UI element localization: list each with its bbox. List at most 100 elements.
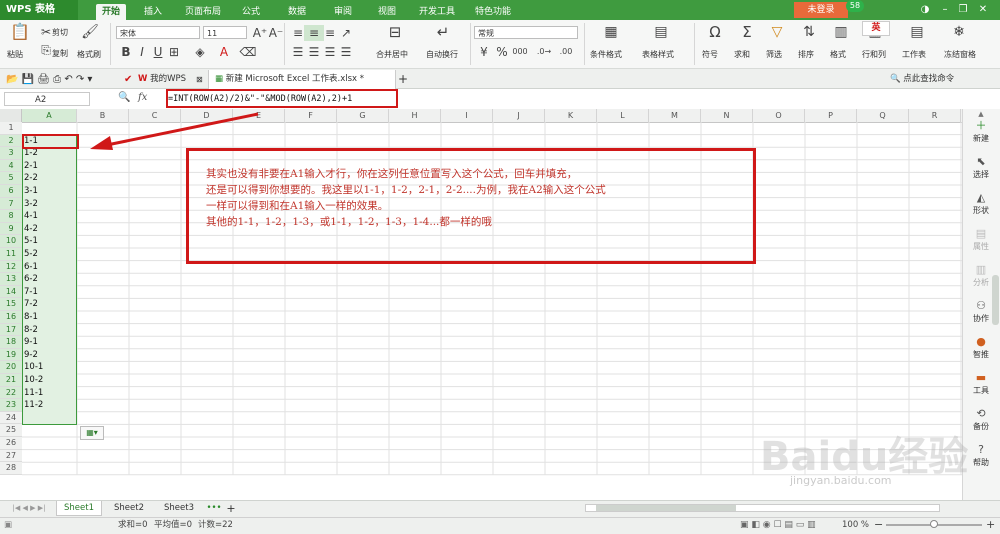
- font-size-select[interactable]: 11: [203, 26, 247, 39]
- cell-a11[interactable]: 5-2: [24, 248, 38, 261]
- cell-a8[interactable]: 4-1: [24, 210, 38, 223]
- tab-features[interactable]: 特色功能: [468, 4, 518, 20]
- close-tab-icon[interactable]: ⊠: [196, 70, 203, 89]
- tab-data[interactable]: 数据: [282, 4, 312, 20]
- row-header[interactable]: 3: [0, 147, 22, 160]
- row-header[interactable]: 18: [0, 336, 22, 349]
- sort-button[interactable]: 排序: [798, 49, 814, 60]
- table-style-button[interactable]: 表格样式: [642, 49, 674, 60]
- row-header[interactable]: 10: [0, 235, 22, 248]
- row-header[interactable]: 15: [0, 298, 22, 311]
- row-header[interactable]: 2: [0, 134, 22, 148]
- column-header[interactable]: I: [441, 109, 493, 122]
- add-sheet-icon[interactable]: +: [224, 501, 238, 516]
- horizontal-scrollbar-thumb[interactable]: [596, 505, 736, 511]
- number-format-select[interactable]: 常规: [474, 26, 578, 39]
- zoom-in-icon[interactable]: +: [986, 517, 995, 533]
- new-tab-icon[interactable]: +: [398, 70, 408, 89]
- sheet-nav-arrows[interactable]: |◀ ◀ ▶ ▶|: [4, 501, 54, 516]
- column-header[interactable]: O: [753, 109, 805, 122]
- command-search[interactable]: 🔍 点此查找命令: [890, 70, 954, 89]
- cell-a10[interactable]: 5-1: [24, 235, 38, 248]
- sum-button[interactable]: 求和: [734, 49, 750, 60]
- view-mode-icons[interactable]: ▣ ◧ ◉ ☐ ▤ ▭ ▥: [740, 517, 816, 533]
- tab-review[interactable]: 审阅: [328, 4, 358, 20]
- active-cell-highlight[interactable]: [22, 134, 79, 149]
- format-painter-icon[interactable]: 🖌: [80, 24, 100, 40]
- cell-a14[interactable]: 7-1: [24, 286, 38, 299]
- column-header[interactable]: N: [701, 109, 753, 122]
- row-header[interactable]: 26: [0, 437, 22, 450]
- row-header[interactable]: 22: [0, 386, 22, 400]
- increase-decimal-icon[interactable]: .0→: [534, 44, 554, 60]
- worksheet-button[interactable]: 工作表: [902, 49, 926, 60]
- sum-icon[interactable]: Σ: [736, 24, 758, 44]
- cell-a13[interactable]: 6-2: [24, 273, 38, 286]
- cell-a9[interactable]: 4-2: [24, 223, 38, 236]
- function-button[interactable]: fx: [138, 92, 147, 103]
- cell-a19[interactable]: 9-2: [24, 349, 38, 362]
- sheet-tab-3[interactable]: Sheet3: [156, 501, 202, 516]
- copy-button[interactable]: 复制: [52, 48, 68, 59]
- row-header[interactable]: 7: [0, 197, 22, 211]
- cell-a5[interactable]: 2-2: [24, 172, 38, 185]
- cell-a16[interactable]: 8-1: [24, 311, 38, 324]
- tab-my-wps[interactable]: W 我的WPS: [138, 70, 186, 89]
- zoom-slider-thumb[interactable]: [930, 520, 938, 528]
- format-icon[interactable]: ▥: [830, 24, 852, 44]
- zoom-icon[interactable]: 🔍: [118, 92, 130, 103]
- row-header[interactable]: 5: [0, 172, 22, 185]
- column-header[interactable]: H: [389, 109, 441, 122]
- cell-a23[interactable]: 11-2: [24, 399, 43, 412]
- tab-developer[interactable]: 开发工具: [414, 4, 460, 20]
- row-header[interactable]: 19: [0, 348, 22, 362]
- sheet-tab-1[interactable]: Sheet1: [56, 501, 102, 516]
- cell-a7[interactable]: 3-2: [24, 198, 38, 211]
- row-header[interactable]: 12: [0, 260, 22, 274]
- percent-button[interactable]: %: [492, 44, 512, 60]
- currency-icon[interactable]: ¥: [474, 44, 494, 60]
- font-name-select[interactable]: 宋体: [116, 26, 200, 39]
- conditional-format-icon[interactable]: ▦: [600, 24, 622, 44]
- clear-format-icon[interactable]: ⌫: [238, 44, 258, 60]
- row-header[interactable]: 28: [0, 462, 22, 475]
- column-header[interactable]: R: [909, 109, 961, 122]
- macro-icon[interactable]: ▣: [4, 517, 12, 533]
- column-header[interactable]: J: [493, 109, 545, 122]
- name-box[interactable]: A2: [4, 92, 90, 106]
- sidebar-item-new[interactable]: ＋ 新建: [962, 120, 1000, 144]
- restore-icon[interactable]: ❐: [956, 3, 970, 17]
- zoom-out-icon[interactable]: −: [874, 517, 883, 533]
- sidebar-item-recommend[interactable]: ● 智推: [962, 336, 1000, 360]
- column-header[interactable]: F: [285, 109, 337, 122]
- select-all-corner[interactable]: [0, 109, 22, 122]
- paste-button[interactable]: 粘贴: [7, 49, 23, 60]
- format-button[interactable]: 格式: [830, 49, 846, 60]
- cell-a15[interactable]: 7-2: [24, 298, 38, 311]
- row-header[interactable]: 25: [0, 424, 22, 437]
- orientation-icon[interactable]: ↗: [336, 25, 356, 41]
- decrease-decimal-icon[interactable]: .00: [556, 44, 576, 60]
- worksheet-icon[interactable]: ▤: [906, 24, 928, 44]
- sidebar-item-shape[interactable]: ◭ 形状: [962, 192, 1000, 216]
- row-header[interactable]: 24: [0, 411, 22, 425]
- row-header[interactable]: 1: [0, 122, 22, 135]
- row-header[interactable]: 27: [0, 449, 22, 463]
- column-header[interactable]: M: [649, 109, 701, 122]
- tab-formula[interactable]: 公式: [236, 4, 266, 20]
- column-header[interactable]: L: [597, 109, 649, 122]
- tab-page-layout[interactable]: 页面布局: [178, 4, 228, 20]
- row-header[interactable]: 11: [0, 248, 22, 261]
- merge-center-button[interactable]: 合并居中: [376, 49, 408, 60]
- row-header[interactable]: 14: [0, 285, 22, 299]
- row-header[interactable]: 16: [0, 311, 22, 324]
- filter-button[interactable]: 筛选: [766, 49, 782, 60]
- freeze-panes-button[interactable]: 冻结窗格: [944, 49, 976, 60]
- tab-home[interactable]: 开始: [96, 4, 126, 20]
- pin-icon[interactable]: ✔: [124, 70, 132, 89]
- row-header[interactable]: 13: [0, 273, 22, 286]
- close-icon[interactable]: ✕: [976, 3, 990, 17]
- skin-icon[interactable]: ◑: [918, 3, 932, 17]
- table-style-icon[interactable]: ▤: [650, 24, 672, 44]
- row-header[interactable]: 8: [0, 210, 22, 223]
